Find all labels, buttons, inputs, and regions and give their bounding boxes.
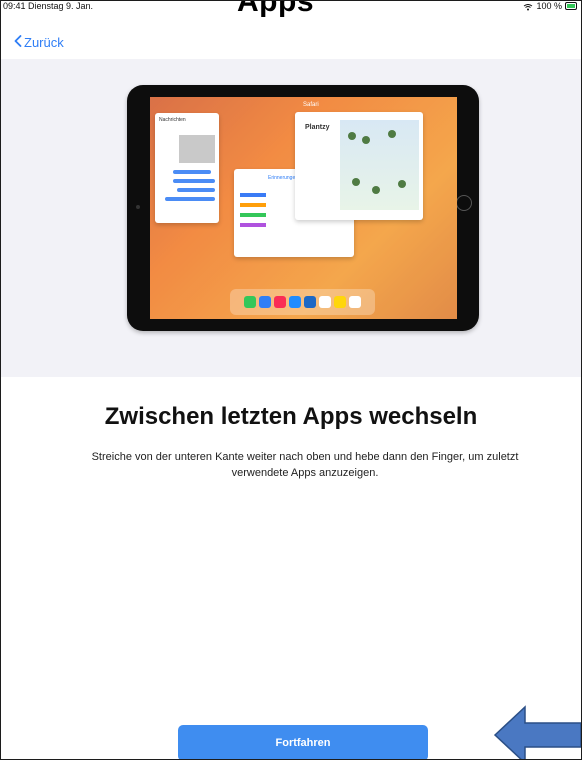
reminder-list-item (240, 223, 266, 227)
continue-button[interactable]: Fortfahren (178, 725, 428, 759)
plant-leaf (372, 186, 380, 194)
safari-card-label: Safari (303, 102, 319, 108)
plant-images (340, 120, 419, 210)
ipad-dock (230, 289, 375, 315)
calendar-icon (319, 296, 331, 308)
setup-window: Apps 09:41 Dienstag 9. Jan. 100 % Zurück (0, 0, 582, 760)
status-bar: 09:41 Dienstag 9. Jan. 100 % (1, 1, 581, 15)
chevron-left-icon (14, 35, 22, 50)
message-bubble (173, 179, 215, 183)
hero-illustration-area: Nachrichten Erinnerungen Safari Plantzy (1, 59, 581, 377)
message-photo (179, 135, 215, 163)
messages-icon (244, 296, 256, 308)
wifi-icon (523, 3, 533, 10)
battery-icon (565, 2, 577, 10)
reminder-list-item (240, 193, 266, 197)
status-right-cluster: 100 % (523, 1, 577, 11)
plant-leaf (398, 180, 406, 188)
back-label: Zurück (24, 35, 64, 50)
safari-icon (259, 296, 271, 308)
reminder-list-item (240, 203, 266, 207)
back-button[interactable]: Zurück (14, 35, 64, 50)
left-arrow-icon (493, 703, 581, 759)
mail-icon (289, 296, 301, 308)
ipad-illustration: Nachrichten Erinnerungen Safari Plantzy (127, 85, 479, 331)
messages-app-card: Nachrichten (155, 113, 219, 223)
reminders-card-title: Erinnerungen (268, 175, 299, 181)
plants-app-name: Plantzy (305, 124, 330, 131)
plant-leaf (352, 178, 360, 186)
battery-percentage: 100 % (536, 1, 562, 11)
files-icon (304, 296, 316, 308)
plant-leaf (348, 132, 356, 140)
message-bubble (177, 188, 215, 192)
notes-icon (334, 296, 346, 308)
safari-app-card: Safari Plantzy (295, 102, 423, 220)
messages-card-title: Nachrichten (159, 117, 186, 123)
plant-leaf (388, 130, 396, 138)
page-description: Streiche von der unteren Kante weiter na… (91, 451, 519, 479)
ipad-screen: Nachrichten Erinnerungen Safari Plantzy (150, 97, 457, 319)
message-bubble (173, 170, 211, 174)
music-icon (274, 296, 286, 308)
reminders-icon (349, 296, 361, 308)
home-button-illustration (456, 195, 472, 211)
reminder-list-item (240, 213, 266, 217)
page-title: Zwischen letzten Apps wechseln (104, 403, 478, 430)
plant-leaf (362, 136, 370, 144)
message-bubble (165, 197, 215, 201)
front-camera (136, 205, 140, 209)
status-time-date: 09:41 Dienstag 9. Jan. (3, 1, 94, 11)
